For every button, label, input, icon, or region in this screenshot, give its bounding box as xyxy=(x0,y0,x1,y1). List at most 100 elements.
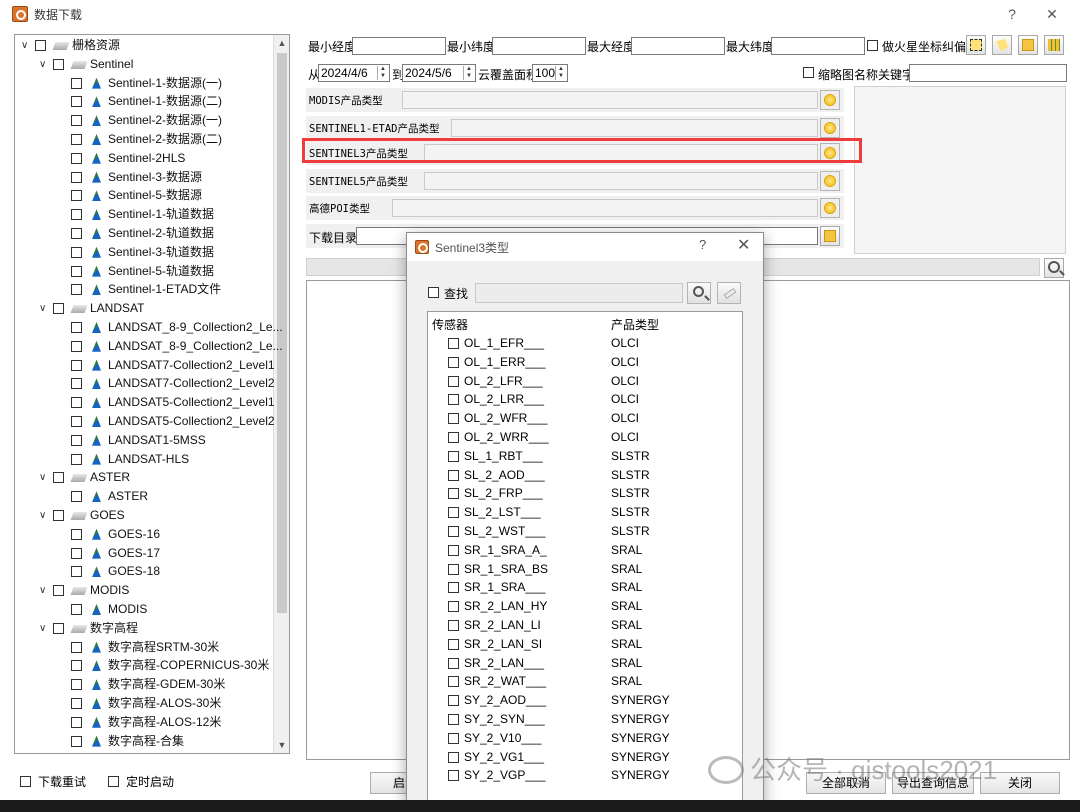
sensor-row[interactable]: OL_2_LRR___ OLCI xyxy=(428,390,742,409)
scroll-up-icon[interactable]: ▲ xyxy=(274,35,289,51)
search-button[interactable] xyxy=(1044,258,1064,278)
tree-checkbox[interactable] xyxy=(71,115,82,127)
tree-checkbox[interactable] xyxy=(71,735,82,747)
thumbnail-checkbox[interactable] xyxy=(803,67,814,78)
tree-checkbox[interactable] xyxy=(71,77,82,89)
scroll-down-icon[interactable]: ▼ xyxy=(274,737,289,753)
product-type-field[interactable] xyxy=(402,91,818,109)
sensor-checkbox[interactable] xyxy=(448,394,459,406)
sun-icon[interactable] xyxy=(820,118,840,138)
min-lat-input[interactable] xyxy=(492,37,586,55)
dialog-close-button[interactable]: ✕ xyxy=(737,235,750,255)
tree-checkbox[interactable] xyxy=(71,528,82,540)
tree-checkbox[interactable] xyxy=(71,378,82,390)
sensor-row[interactable]: OL_2_LFR___ OLCI xyxy=(428,372,742,391)
tree-checkbox[interactable] xyxy=(71,397,82,409)
from-date-input[interactable]: 2024/4/6 ▲ ▼ xyxy=(318,64,390,82)
sensor-checkbox[interactable] xyxy=(448,432,459,443)
sensor-row[interactable]: SY_2_SYN___ SYNERGY xyxy=(428,710,742,729)
dialog-search-input[interactable] xyxy=(475,283,683,303)
max-lon-input[interactable] xyxy=(631,37,725,55)
tree-checkbox[interactable] xyxy=(71,359,82,371)
tree-checkbox[interactable] xyxy=(71,679,82,691)
sensor-row[interactable]: SY_2_VGP___ SYNERGY xyxy=(428,766,742,785)
min-lon-input[interactable] xyxy=(352,37,446,55)
tree-checkbox[interactable] xyxy=(71,190,82,202)
timed-start-checkbox[interactable] xyxy=(108,776,119,787)
sensor-checkbox[interactable] xyxy=(448,375,459,387)
tree-checkbox[interactable] xyxy=(71,228,82,239)
sun-icon[interactable] xyxy=(820,90,840,110)
tree-checkbox[interactable] xyxy=(71,209,82,221)
tree-checkbox[interactable] xyxy=(53,58,64,70)
tree-checkbox[interactable] xyxy=(71,284,82,296)
open-folder-button[interactable] xyxy=(1018,35,1038,55)
sensor-row[interactable]: SL_2_LST___ SLSTR xyxy=(428,503,742,522)
sensor-row[interactable]: SR_2_LAN_HY SRAL xyxy=(428,597,742,616)
sensor-checkbox[interactable] xyxy=(448,450,459,462)
product-type-field[interactable] xyxy=(451,119,818,137)
tree-checkbox[interactable] xyxy=(71,698,82,709)
tree-checkbox[interactable] xyxy=(53,585,64,597)
sensor-checkbox[interactable] xyxy=(448,582,459,594)
to-date-input[interactable]: 2024/5/6 ▲ ▼ xyxy=(402,64,476,82)
sensor-checkbox[interactable] xyxy=(448,507,459,519)
sun-icon[interactable] xyxy=(820,198,840,218)
tree-checkbox[interactable] xyxy=(53,472,64,484)
sun-icon[interactable] xyxy=(820,171,840,191)
sensor-checkbox[interactable] xyxy=(448,356,459,368)
sensor-row[interactable]: SR_1_SRA_A_ SRAL xyxy=(428,541,742,560)
from-date-spinner[interactable]: ▲ ▼ xyxy=(377,66,388,80)
tree-checkbox[interactable] xyxy=(71,716,82,728)
product-type-field[interactable] xyxy=(392,199,818,217)
sensor-checkbox[interactable] xyxy=(448,714,459,725)
grid-tool-button[interactable] xyxy=(1044,35,1064,55)
chevron-down-icon[interactable]: ∨ xyxy=(39,55,49,74)
sensor-row[interactable]: SL_2_FRP___ SLSTR xyxy=(428,484,742,503)
sensor-checkbox[interactable] xyxy=(448,732,459,744)
chevron-down-icon[interactable]: ∨ xyxy=(21,36,31,55)
tree-checkbox[interactable] xyxy=(71,434,82,446)
chevron-down-icon[interactable]: ∨ xyxy=(39,619,49,638)
sensor-row[interactable]: SL_1_RBT___ SLSTR xyxy=(428,447,742,466)
sensor-row[interactable]: SR_2_LAN_LI SRAL xyxy=(428,616,742,635)
sensor-row[interactable]: SY_2_VG1___ SYNERGY xyxy=(428,748,742,767)
tree-checkbox[interactable] xyxy=(53,510,64,521)
product-type-field[interactable] xyxy=(424,172,818,190)
sensor-row[interactable]: SR_2_LAN___ SRAL xyxy=(428,654,742,673)
keyword-input[interactable] xyxy=(909,64,1067,82)
sensor-checkbox[interactable] xyxy=(448,601,459,613)
sensor-checkbox[interactable] xyxy=(448,544,459,556)
tree-checkbox[interactable] xyxy=(71,641,82,653)
max-lat-input[interactable] xyxy=(771,37,865,55)
sensor-checkbox[interactable] xyxy=(448,676,459,688)
dialog-clear-button[interactable] xyxy=(717,282,741,304)
tree-checkbox[interactable] xyxy=(53,622,64,634)
tree-checkbox[interactable] xyxy=(71,246,82,258)
tree-checkbox[interactable] xyxy=(71,660,82,672)
sensor-row[interactable]: SL_2_AOD___ SLSTR xyxy=(428,466,742,485)
tree-checkbox[interactable] xyxy=(71,566,82,578)
sensor-checkbox[interactable] xyxy=(448,338,459,349)
sensor-checkbox[interactable] xyxy=(448,488,459,500)
sensor-row[interactable]: OL_1_EFR___ OLCI xyxy=(428,334,742,353)
tree-checkbox[interactable] xyxy=(53,303,64,315)
tree-scrollbar[interactable]: ▲ ▼ xyxy=(273,35,289,753)
select-rect-button[interactable] xyxy=(966,35,986,55)
cloud-input[interactable]: 100 ▲ ▼ xyxy=(532,64,568,82)
chevron-down-icon[interactable]: ∨ xyxy=(39,506,49,525)
sensor-row[interactable]: OL_2_WFR___ OLCI xyxy=(428,409,742,428)
tree-checkbox[interactable] xyxy=(71,171,82,183)
dialog-help-button[interactable]: ? xyxy=(699,237,706,252)
sensor-row[interactable]: SR_2_LAN_SI SRAL xyxy=(428,635,742,654)
tree-checkbox[interactable] xyxy=(71,152,82,164)
mars-coord-checkbox[interactable] xyxy=(867,40,878,51)
sensor-checkbox[interactable] xyxy=(448,770,459,782)
chevron-down-icon[interactable]: ∨ xyxy=(39,581,49,600)
sensor-checkbox[interactable] xyxy=(448,751,459,763)
chevron-down-icon[interactable]: ∨ xyxy=(39,468,49,487)
sensor-checkbox[interactable] xyxy=(448,469,459,481)
close-button[interactable]: ✕ xyxy=(1042,4,1062,24)
sensor-row[interactable]: OL_1_ERR___ OLCI xyxy=(428,353,742,372)
tree-checkbox[interactable] xyxy=(71,340,82,352)
